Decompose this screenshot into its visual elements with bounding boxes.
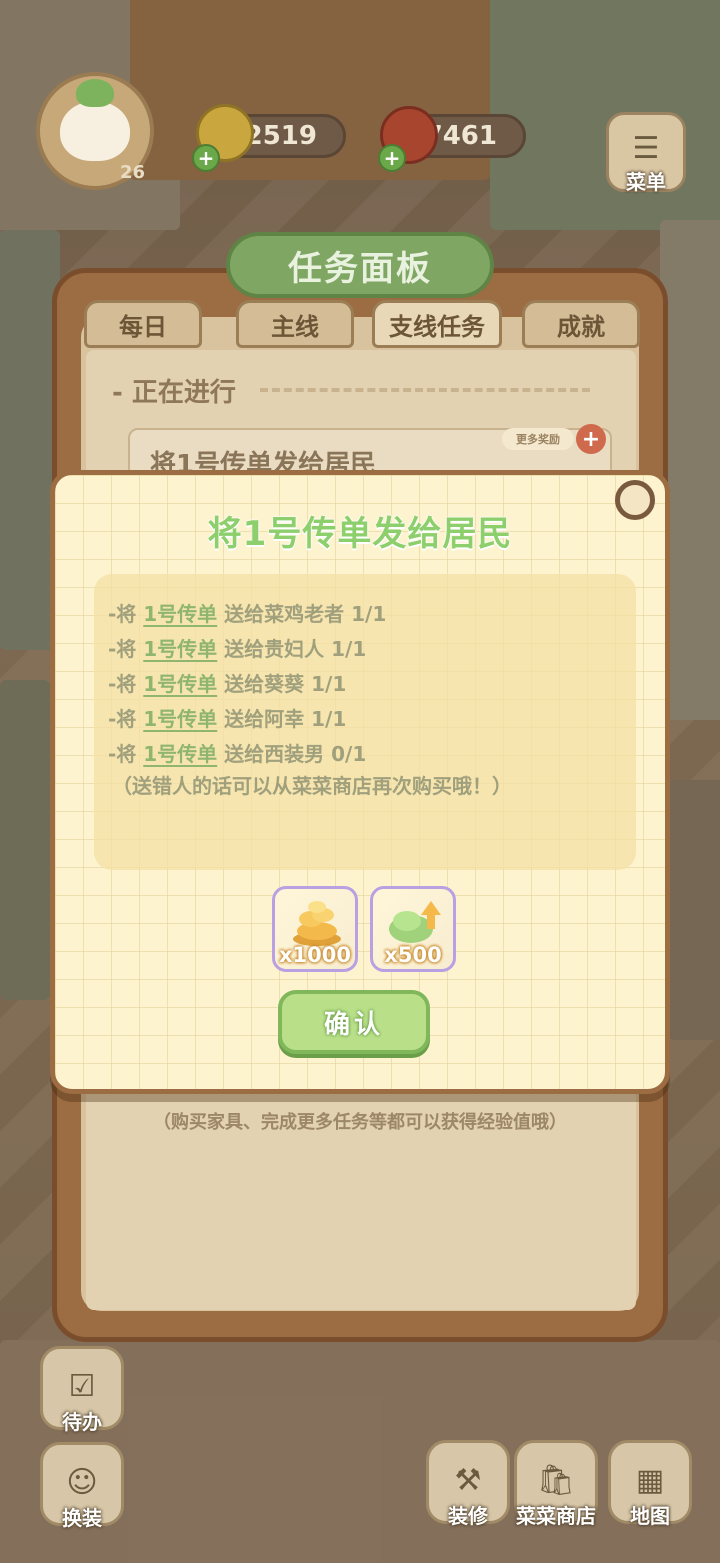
map-label: 地图	[630, 1504, 670, 1528]
decorate-label: 装修	[448, 1504, 488, 1528]
requirement-prefix: -将	[108, 672, 144, 696]
player-level: 26	[120, 162, 146, 183]
requirement-line: -将 1号传单 送给贵妇人 1/1	[108, 633, 366, 662]
requirement-prefix: -将	[108, 707, 144, 731]
shop-button[interactable]: 🛍 菜菜商店	[514, 1440, 598, 1528]
requirement-item[interactable]: 1号传单	[143, 637, 217, 661]
reward-exp[interactable]: x500	[370, 886, 456, 972]
requirement-item[interactable]: 1号传单	[143, 602, 217, 626]
exp-note: （购买家具、完成更多任务等都可以获得经验值哦）	[153, 1112, 567, 1133]
requirement-text: 送给菜鸡老者 1/1	[217, 602, 387, 626]
tab-achievements[interactable]: 成就	[522, 300, 640, 348]
requirement-text: 送给阿幸 1/1	[217, 707, 347, 731]
reward-coins[interactable]: x1000	[272, 886, 358, 972]
more-reward-tag[interactable]: 更多奖励	[502, 428, 574, 450]
character-icon: ☺	[66, 1465, 98, 1500]
dress-button[interactable]: ☺ 换装	[40, 1442, 124, 1530]
shopping-bag-icon: 🛍	[536, 1463, 576, 1498]
confirm-button[interactable]: 确认	[278, 990, 430, 1054]
menu-list-icon: ☰	[632, 131, 660, 166]
map-icon: ▦	[635, 1463, 665, 1498]
requirement-item[interactable]: 1号传单	[143, 707, 217, 731]
tab-daily[interactable]: 每日	[84, 300, 202, 348]
requirement-text: 送给葵葵 1/1	[217, 672, 347, 696]
requirement-line: -将 1号传单 送给菜鸡老者 1/1	[108, 598, 386, 627]
exp-leaf-icon	[389, 901, 441, 943]
task-board-title: 任务面板	[226, 232, 494, 298]
decorate-button[interactable]: ⚒ 装修	[426, 1440, 510, 1528]
requirement-line: -将 1号传单 送给西装男 0/1	[108, 738, 366, 767]
shop-label: 菜菜商店	[516, 1504, 596, 1528]
requirement-prefix: -将	[108, 742, 144, 766]
requirement-prefix: -将	[108, 602, 144, 626]
reward-coins-qty: x1000	[279, 943, 351, 967]
requirement-item[interactable]: 1号传单	[143, 742, 217, 766]
menu-label: 菜单	[626, 170, 666, 194]
tab-main[interactable]: 主线	[236, 300, 354, 348]
requirement-text: 送给西装男 0/1	[217, 742, 367, 766]
add-coins-button[interactable]: +	[192, 144, 220, 172]
todo-label: 待办	[62, 1410, 102, 1434]
dialog-title: 将1号传单发给居民	[207, 514, 513, 554]
avatar-face-icon	[60, 79, 130, 161]
dress-label: 换装	[62, 1506, 102, 1530]
requirement-line: -将 1号传单 送给葵葵 1/1	[108, 668, 346, 697]
hammer-icon: ⚒	[454, 1463, 482, 1498]
requirement-item[interactable]: 1号传单	[143, 672, 217, 696]
add-tomatoes-button[interactable]: +	[378, 144, 406, 172]
divider	[260, 388, 590, 392]
requirement-line: -将 1号传单 送给阿幸 1/1	[108, 703, 346, 732]
map-button[interactable]: ▦ 地图	[608, 1440, 692, 1528]
todo-button[interactable]: ☑ 待办	[40, 1346, 124, 1434]
more-reward-plus-icon[interactable]: +	[576, 424, 606, 454]
requirement-text: 送给贵妇人 1/1	[217, 637, 367, 661]
in-progress-heading: - 正在进行	[112, 378, 236, 408]
menu-button[interactable]: ☰ 菜单	[606, 112, 686, 194]
checklist-icon: ☑	[68, 1369, 96, 1404]
coin-value: 2519	[244, 121, 317, 151]
reward-exp-qty: x500	[384, 943, 442, 967]
requirement-note: （送错人的话可以从菜菜商店再次购买哦！）	[112, 774, 512, 798]
gold-coins-icon	[293, 901, 341, 946]
tab-side-quest[interactable]: 支线任务	[372, 300, 502, 348]
requirement-prefix: -将	[108, 637, 144, 661]
